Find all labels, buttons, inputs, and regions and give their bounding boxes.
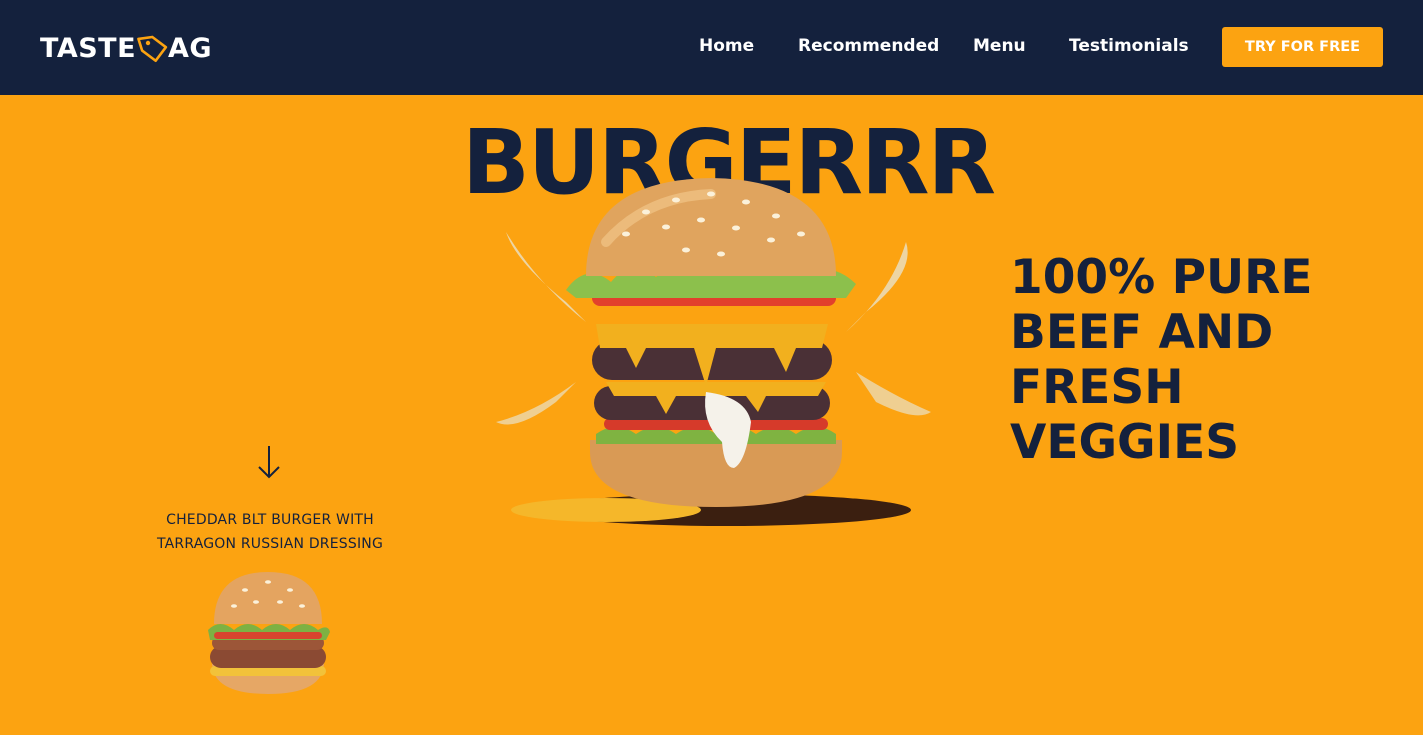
logo-text-left: TASTE [40,32,137,64]
logo[interactable]: TASTE AG [40,30,212,66]
hero-tagline: 100% PURE BEEF AND FRESH VEGGIES [1010,250,1313,470]
caption-line-2: TARRAGON RUSSIAN DRESSING [156,536,383,552]
nav-link-home[interactable]: Home [699,36,754,56]
nav-link-menu[interactable]: Menu [973,36,1026,56]
try-for-free-button[interactable]: TRY FOR FREE [1222,27,1383,67]
arrow-down-icon[interactable] [256,444,282,480]
featured-burger-caption: CHEDDAR BLT BURGER WITH TARRAGON RUSSIAN… [140,508,400,556]
hero-burger-image [496,178,931,526]
featured-burger-image[interactable] [200,566,336,700]
tag-icon [137,35,168,63]
navbar: TASTE AG Home Recommended Menu Testimoni… [0,0,1423,95]
nav-link-recommended[interactable]: Recommended [798,36,939,56]
logo-text-right: AG [168,32,213,64]
nav-link-testimonials[interactable]: Testimonials [1069,36,1189,56]
caption-line-1: CHEDDAR BLT BURGER WITH [166,512,374,528]
